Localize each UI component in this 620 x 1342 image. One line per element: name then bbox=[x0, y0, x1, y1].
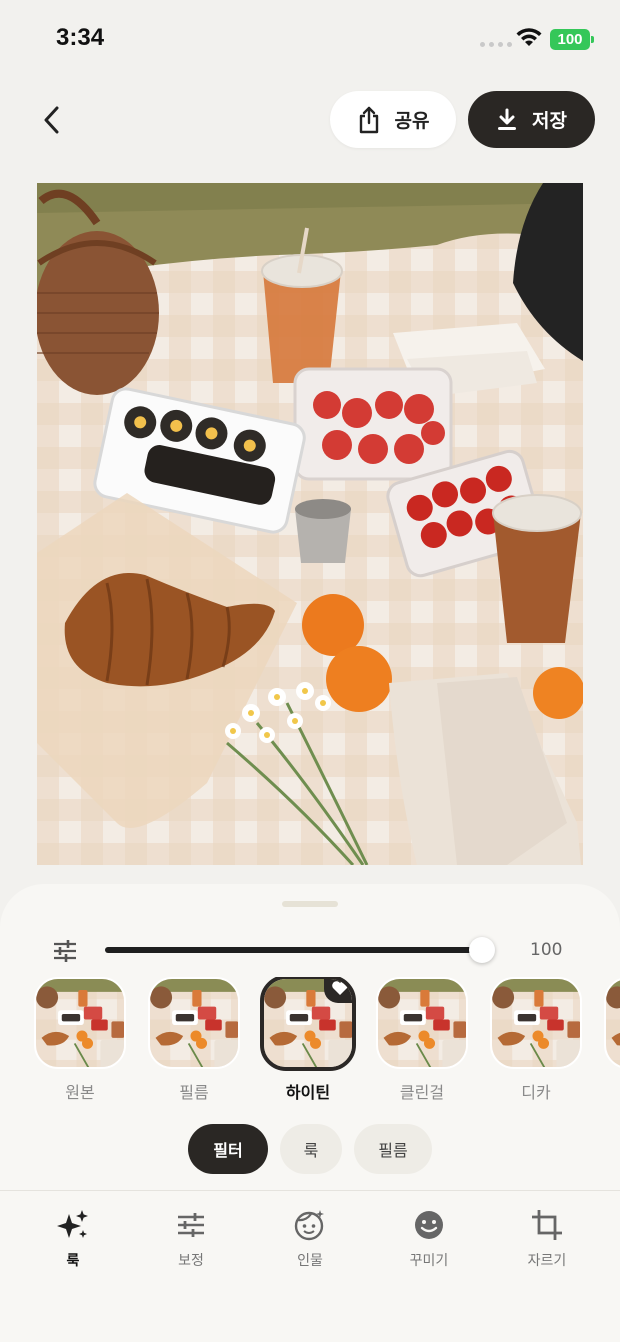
tab-adjust[interactable]: 보정 bbox=[146, 1206, 236, 1270]
chip-film[interactable]: 필름 bbox=[354, 1124, 432, 1174]
filter-item-digicam[interactable]: 디카 bbox=[490, 977, 582, 1103]
category-chips: 필터 룩 필름 bbox=[188, 1124, 432, 1174]
tab-decorate[interactable]: 꾸미기 bbox=[384, 1206, 474, 1270]
save-label: 저장 bbox=[532, 110, 567, 132]
filter-item-film[interactable]: 필름 bbox=[148, 977, 240, 1103]
tabbar-divider bbox=[0, 1190, 620, 1191]
filter-thumbnail bbox=[490, 977, 582, 1069]
filter-item-cleangirl[interactable]: 클린걸 bbox=[376, 977, 468, 1103]
slider-fill bbox=[105, 947, 482, 953]
adjust-icon bbox=[178, 1213, 204, 1237]
picnic-photo[interactable] bbox=[37, 183, 583, 865]
sparkles-icon bbox=[57, 1210, 88, 1238]
share-label: 공유 bbox=[394, 110, 430, 132]
tab-look[interactable]: 룩 bbox=[28, 1206, 118, 1270]
tab-label: 자르기 bbox=[527, 1253, 567, 1269]
bottom-tab-bar: 룩 보정 인물 꾸미기 자르기 bbox=[0, 1206, 620, 1286]
photo-canvas bbox=[37, 183, 583, 865]
save-button[interactable]: 저장 bbox=[468, 91, 595, 148]
filter-thumbnail bbox=[260, 977, 356, 1071]
chip-filter[interactable]: 필터 bbox=[188, 1124, 268, 1174]
editor-bottom-sheet: 100 원본 필름 하이틴 클린걸 디카 필터 룩 필름 룩 보정 인물 꾸미기… bbox=[0, 884, 620, 1342]
filter-label: 원본 bbox=[65, 1083, 95, 1102]
filter-thumbnail bbox=[148, 977, 240, 1069]
tab-crop[interactable]: 자르기 bbox=[502, 1206, 592, 1270]
download-icon bbox=[498, 108, 517, 130]
favorite-heart-icon[interactable] bbox=[324, 979, 352, 1003]
sheet-handle[interactable] bbox=[282, 901, 338, 907]
face-retouch-icon bbox=[294, 1210, 324, 1241]
tab-portrait[interactable]: 인물 bbox=[265, 1206, 355, 1270]
filter-thumbnail bbox=[376, 977, 468, 1069]
crop-icon bbox=[532, 1210, 562, 1240]
smiley-sticker-icon bbox=[415, 1211, 443, 1239]
filter-item-highteen[interactable]: 하이틴 bbox=[260, 977, 356, 1103]
back-button[interactable] bbox=[34, 100, 70, 140]
filter-thumbnail bbox=[34, 977, 126, 1069]
filter-carousel[interactable]: 원본 필름 하이틴 클린걸 디카 bbox=[0, 977, 620, 1107]
filter-label: 디카 bbox=[521, 1083, 551, 1102]
filter-item-next[interactable] bbox=[604, 977, 620, 1069]
status-bar: 3:34 100 bbox=[0, 0, 620, 80]
filter-thumbnail bbox=[604, 977, 620, 1069]
share-icon bbox=[359, 106, 378, 133]
filter-label: 클린걸 bbox=[399, 1083, 445, 1102]
sliders-icon[interactable] bbox=[52, 939, 78, 963]
tab-label: 보정 bbox=[178, 1253, 204, 1269]
intensity-value: 100 bbox=[530, 940, 563, 960]
status-time: 3:34 bbox=[56, 24, 105, 51]
photo-editor-screen: 3:34 100 공유 저장 100 원본 필름 하이틴 클린걸 디카 필터 룩… bbox=[0, 0, 620, 1342]
share-button[interactable]: 공유 bbox=[330, 91, 456, 148]
intensity-slider[interactable] bbox=[105, 937, 495, 963]
tab-label: 인물 bbox=[297, 1253, 323, 1269]
tab-label: 꾸미기 bbox=[409, 1253, 449, 1269]
slider-thumb[interactable] bbox=[469, 937, 495, 963]
filter-label: 하이틴 bbox=[285, 1083, 331, 1102]
battery-indicator: 100 bbox=[550, 29, 594, 50]
tab-label: 룩 bbox=[66, 1253, 80, 1269]
wifi-icon bbox=[516, 28, 542, 46]
chevron-left-icon bbox=[44, 106, 59, 134]
filter-label: 필름 bbox=[179, 1083, 209, 1102]
filter-item-original[interactable]: 원본 bbox=[34, 977, 126, 1103]
chip-look[interactable]: 룩 bbox=[280, 1124, 342, 1174]
cellular-signal-icon bbox=[480, 42, 512, 47]
